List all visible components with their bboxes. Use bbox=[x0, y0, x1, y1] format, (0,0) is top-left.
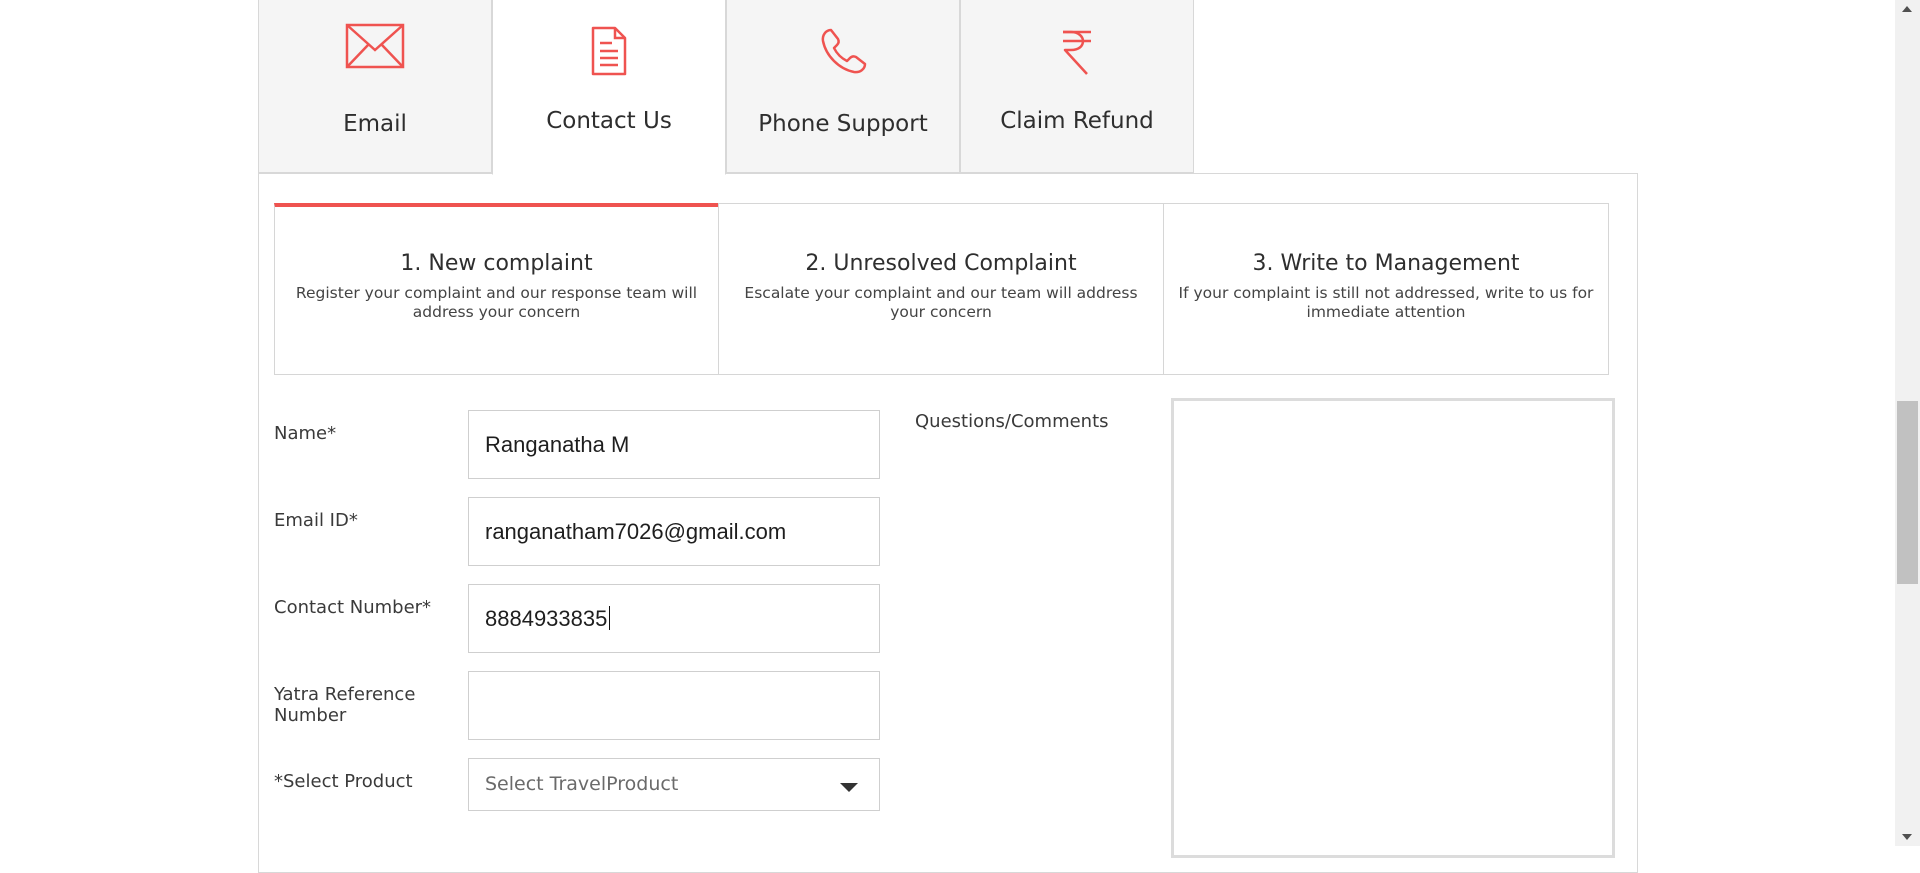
tab-contact-us-label: Contact Us bbox=[546, 108, 672, 134]
product-select-value: Select TravelProduct bbox=[485, 773, 679, 795]
product-select[interactable]: Select TravelProduct bbox=[468, 758, 880, 811]
step-description: If your complaint is still not addressed… bbox=[1178, 284, 1594, 321]
tab-contact-us[interactable]: Contact Us bbox=[492, 0, 726, 175]
tab-claim-refund-label: Claim Refund bbox=[1000, 108, 1154, 134]
document-icon bbox=[493, 26, 725, 86]
reference-number-label: Yatra Reference Number bbox=[274, 684, 416, 726]
tab-email[interactable]: Email bbox=[258, 0, 492, 173]
contact-number-input[interactable] bbox=[468, 584, 880, 653]
scroll-up-arrow-icon[interactable] bbox=[1902, 6, 1912, 12]
email-label: Email ID* bbox=[274, 510, 358, 531]
name-input[interactable] bbox=[468, 410, 880, 479]
comments-label: Questions/Comments bbox=[915, 411, 1109, 432]
chevron-down-icon bbox=[840, 783, 858, 792]
email-input[interactable] bbox=[468, 497, 880, 566]
step-title: 2. Unresolved Complaint bbox=[805, 251, 1077, 276]
name-label: Name* bbox=[274, 423, 337, 444]
tab-phone-support-label: Phone Support bbox=[758, 111, 928, 137]
step-description: Escalate your complaint and our team wil… bbox=[744, 284, 1138, 321]
scroll-down-arrow-icon[interactable] bbox=[1902, 834, 1912, 840]
comments-textarea[interactable] bbox=[1171, 398, 1615, 858]
step-new-complaint[interactable]: 1. New complaint Register your complaint… bbox=[274, 203, 719, 375]
phone-icon bbox=[727, 26, 959, 86]
scrollbar-thumb[interactable] bbox=[1897, 401, 1918, 584]
step-title: 3. Write to Management bbox=[1252, 251, 1520, 276]
rupee-icon bbox=[961, 28, 1193, 88]
reference-number-input[interactable] bbox=[468, 671, 880, 740]
select-product-label: *Select Product bbox=[274, 771, 413, 792]
tab-email-label: Email bbox=[343, 111, 407, 137]
page-scrollbar[interactable] bbox=[1895, 0, 1920, 846]
step-description: Register your complaint and our response… bbox=[295, 284, 698, 321]
step-write-to-management[interactable]: 3. Write to Management If your complaint… bbox=[1163, 203, 1609, 375]
step-unresolved-complaint[interactable]: 2. Unresolved Complaint Escalate your co… bbox=[718, 203, 1164, 375]
envelope-icon bbox=[259, 22, 491, 82]
text-cursor bbox=[609, 606, 610, 630]
contact-number-label: Contact Number* bbox=[274, 597, 432, 618]
tab-phone-support[interactable]: Phone Support bbox=[726, 0, 960, 173]
step-title: 1. New complaint bbox=[400, 251, 593, 276]
tab-claim-refund[interactable]: Claim Refund bbox=[960, 0, 1194, 173]
